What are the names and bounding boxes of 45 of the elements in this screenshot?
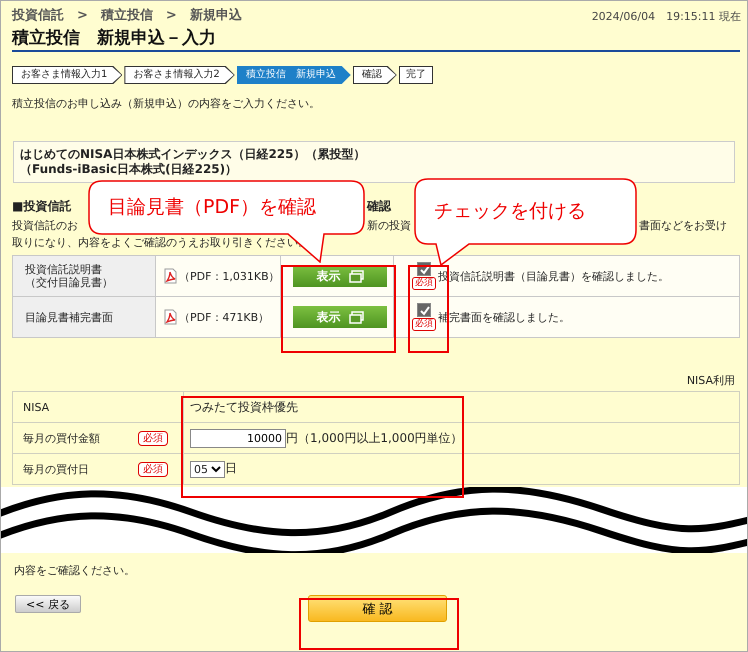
checkbox[interactable] — [417, 303, 431, 317]
table-cell-text: 投資信託説明書（交付目論見書） — [25, 263, 114, 289]
notice-text: 新の投資 — [367, 218, 411, 233]
intro-text: 積立投信のお申し込み（新規申込）の内容をご入力ください。 — [12, 96, 321, 111]
required-label: 必須 — [138, 462, 168, 476]
page-title: 積立投信 新規申込－入力 — [12, 26, 740, 52]
chevron-down-icon — [211, 466, 221, 473]
pdf-icon — [164, 309, 177, 325]
fund-name: （Funds-iBasic日本株式(日経225)） — [20, 162, 238, 177]
unit-text: 円（1,000円以上1,000円単位） — [286, 430, 463, 444]
back-button[interactable]: << 戻る — [15, 595, 81, 613]
breadcrumb: 投資信託 > 積立投信 > 新規申込 — [12, 6, 242, 24]
notice-text: 書面などをお受け — [639, 218, 727, 233]
footer-text: 内容をご確認ください。 — [14, 563, 136, 578]
callout-text: 目論見書（PDF）を確認 — [108, 195, 316, 219]
callout-text: チェックを付ける — [434, 199, 586, 223]
field-label: 毎月の買付金額 — [23, 430, 100, 446]
section-heading: 確認 — [367, 198, 391, 215]
table-cell-text: 目論見書補完書面 — [25, 310, 114, 324]
required-label: 必須 — [138, 430, 168, 446]
step-indicator: 確認 — [352, 66, 397, 84]
required-label: 必須 — [412, 277, 436, 290]
step-indicator: 完了 — [398, 66, 433, 84]
field-label: NISA — [23, 400, 50, 414]
step-indicator: お客さま情報入力2 — [124, 66, 235, 84]
field-value: つみたて投資枠優先 — [190, 400, 298, 414]
amount-field[interactable]: 10000 — [190, 428, 286, 448]
step-indicator: お客さま情報入力1 — [12, 66, 122, 84]
file-size: （PDF：471KB） — [179, 310, 270, 324]
nisa-note: NISA利用 — [686, 373, 735, 388]
check-icon — [418, 304, 430, 316]
day-select[interactable]: 05 — [190, 460, 225, 478]
window-icon — [348, 270, 364, 282]
step-indicator: 積立投信 新規申込 — [236, 66, 351, 84]
window-icon — [348, 310, 364, 324]
timestamp: 2024/06/04 19:15:11 現在 — [592, 9, 741, 24]
required-label: 必須 — [412, 318, 436, 331]
notice-text: 投資信託のお — [12, 218, 78, 233]
file-size: （PDF：1,031KB） — [179, 268, 280, 284]
unit-text: 日 — [225, 461, 237, 476]
field-label: 毎月の買付日 — [23, 462, 89, 476]
pdf-icon — [164, 268, 177, 284]
fund-name: はじめてのNISA日本株式インデックス（日経225）（累投型） — [20, 147, 366, 162]
confirm-button[interactable]: 確 認 — [308, 595, 447, 622]
section-heading: ■投資信託 — [12, 198, 72, 215]
